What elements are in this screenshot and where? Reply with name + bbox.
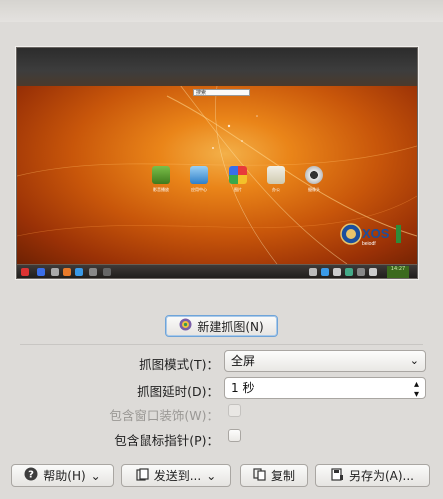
save-as-button[interactable]: 另存为(A)... <box>315 464 430 487</box>
xos-logo: XOS beiodf <box>340 221 404 247</box>
office-icon <box>267 166 285 184</box>
capture-mode-select[interactable]: 全屏 ⌄ <box>224 350 426 372</box>
tray-icon <box>345 268 353 276</box>
taskbar-app-icon <box>89 268 97 276</box>
desktop-icon-gallery: 图片 <box>226 166 250 193</box>
photo-gallery-icon <box>229 166 247 184</box>
svg-text:XOS: XOS <box>362 226 390 241</box>
tray-icon <box>369 268 377 276</box>
capture-delay-spinbox[interactable]: 1 秒 ▴ ▾ <box>224 377 426 400</box>
tray-icon <box>309 268 317 276</box>
copy-label: 复制 <box>270 469 295 483</box>
preview-top-bar <box>17 48 417 86</box>
window-decorations-label: 包含窗口装饰(W)： <box>109 408 219 423</box>
send-to-button[interactable]: 发送到... ⌄ <box>121 464 231 487</box>
taskbar-clock: 14:27 <box>387 266 409 278</box>
tray-icon <box>321 268 329 276</box>
taskbar-app-icon <box>37 268 45 276</box>
start-menu-icon <box>21 268 29 276</box>
new-capture-label: 新建抓图(N) <box>197 319 264 334</box>
spin-updown-icon: ▴ ▾ <box>413 379 419 400</box>
mouse-pointer-checkbox[interactable] <box>228 429 241 442</box>
webcam-icon <box>305 166 323 184</box>
desktop-icon-webcam: 摄像头 <box>302 166 326 193</box>
desktop-search-box: 搜索 <box>193 89 250 96</box>
taskbar-app-icon <box>103 268 111 276</box>
save-as-icon <box>331 467 344 484</box>
mouse-pointer-label: 包含鼠标指针(P)： <box>114 433 219 448</box>
app-store-icon <box>190 166 208 184</box>
svg-text:?: ? <box>28 470 34 481</box>
separator <box>20 344 423 345</box>
desktop-icon-media: 影音播放 <box>149 166 173 193</box>
new-capture-button[interactable]: 新建抓图(N) <box>165 315 278 337</box>
preview-desktop: 搜索 影音播放 应用中心 图片 办公 摄像头 XOS beiodf <box>17 86 417 264</box>
chevron-down-icon: ⌄ <box>90 468 101 483</box>
camera-icon <box>179 318 192 334</box>
copy-icon <box>253 467 266 484</box>
capture-delay-value: 1 秒 <box>231 381 255 395</box>
preview-taskbar: 14:27 <box>17 264 417 278</box>
taskbar-app-icon <box>63 268 71 276</box>
capture-delay-label: 抓图延时(D)： <box>137 384 219 399</box>
svg-text:beiodf: beiodf <box>362 241 376 247</box>
copy-button[interactable]: 复制 <box>240 464 308 487</box>
screenshot-preview[interactable]: 搜索 影音播放 应用中心 图片 办公 摄像头 XOS beiodf 14:27 <box>16 47 418 279</box>
save-as-label: 另存为(A)... <box>348 469 415 483</box>
capture-mode-label: 抓图模式(T)： <box>139 357 219 372</box>
send-to-label: 发送到... <box>153 469 202 483</box>
chevron-down-icon: ⌄ <box>206 468 217 483</box>
media-player-icon <box>152 166 170 184</box>
window-top-strip <box>0 0 443 22</box>
tray-icon <box>333 268 341 276</box>
help-label: 帮助(H) <box>43 469 86 483</box>
window-decorations-checkbox[interactable] <box>228 404 241 417</box>
desktop-icon-appstore: 应用中心 <box>187 166 211 193</box>
help-button[interactable]: ? 帮助(H) ⌄ <box>11 464 114 487</box>
send-to-icon <box>136 467 149 484</box>
capture-mode-value: 全屏 <box>231 354 256 368</box>
tray-icon <box>357 268 365 276</box>
taskbar-app-icon <box>51 268 59 276</box>
help-icon: ? <box>24 467 38 484</box>
chevron-down-icon: ⌄ <box>409 354 419 367</box>
taskbar-app-icon <box>75 268 83 276</box>
desktop-icon-office: 办公 <box>264 166 288 193</box>
